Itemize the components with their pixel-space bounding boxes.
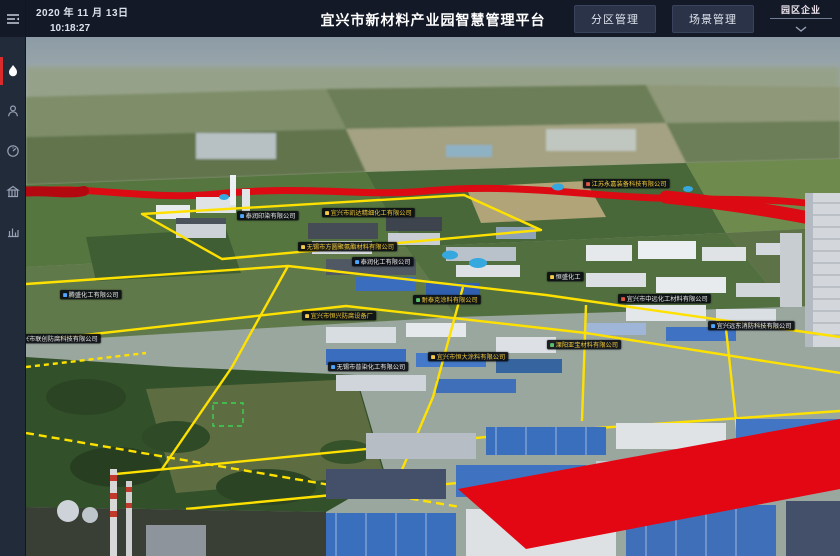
sidebar-item-monitor[interactable] <box>0 131 25 171</box>
company-label[interactable]: 宜兴市联创防腐科技有限公司 <box>26 334 101 343</box>
company-label[interactable]: 宜兴市凯达精细化工有限公司 <box>322 208 415 217</box>
hamburger-icon <box>6 13 20 25</box>
company-label[interactable]: 腾盛化工有限公司 <box>60 290 122 299</box>
user-icon <box>6 104 20 118</box>
company-label-text: 宜兴市中远化工材料有限公司 <box>627 295 708 302</box>
company-label-text: 腾盛化工有限公司 <box>69 291 119 298</box>
company-marker-icon <box>416 298 420 302</box>
company-marker-icon <box>325 211 329 215</box>
sidebar-item-enterprises[interactable] <box>0 171 25 211</box>
park-enterprise-dropdown[interactable]: 园区企业 <box>770 1 832 37</box>
left-toolbar <box>0 0 26 556</box>
chevron-down-icon <box>795 26 807 32</box>
company-marker-icon <box>63 293 67 297</box>
company-marker-icon <box>586 182 590 186</box>
company-label[interactable]: 江苏永嘉装备科技有限公司 <box>583 179 670 188</box>
company-label-text: 耐泰克涂料有限公司 <box>422 296 478 303</box>
company-marker-icon <box>240 214 244 218</box>
company-label[interactable]: 宜兴市恒兴防腐设备厂 <box>302 311 376 320</box>
company-label-text: 宜兴市凯达精细化工有限公司 <box>331 209 412 216</box>
menu-icon[interactable] <box>0 0 25 37</box>
company-marker-icon <box>431 355 435 359</box>
sidebar-item-users[interactable] <box>0 91 25 131</box>
datetime-block: 2020 年 11 月 13日 10:18:27 <box>36 4 129 34</box>
company-marker-icon <box>301 245 305 249</box>
current-time: 10:18:27 <box>50 23 129 34</box>
scene-management-button[interactable]: 场景管理 <box>672 5 754 33</box>
company-label[interactable]: 无锡市方圆聚氨酯材料有限公司 <box>298 242 397 251</box>
top-bar: 2020 年 11 月 13日 10:18:27 宜兴市新材料产业园智慧管理平台… <box>26 0 840 37</box>
company-labels-layer: 泰润印染有限公司 宜兴市凯达精细化工有限公司无锡市方圆聚氨酯材料有限公司泰润化工有… <box>26 37 840 556</box>
sidebar-item-statistics[interactable] <box>0 211 25 251</box>
company-label[interactable]: 宜兴市中远化工材料有限公司 <box>618 294 711 303</box>
gauge-icon <box>6 144 20 158</box>
company-label-text: 宜兴市恒兴防腐设备厂 <box>311 312 373 319</box>
company-label[interactable]: 无锡市普染化工有限公司 <box>328 362 408 371</box>
company-label-text: 宜兴市联创防腐科技有限公司 <box>26 335 98 342</box>
zone-management-button[interactable]: 分区管理 <box>574 5 656 33</box>
factory-chart-icon <box>6 224 20 238</box>
company-marker-icon <box>355 260 359 264</box>
company-label[interactable]: 恒盛化工 <box>547 272 584 281</box>
current-date: 2020 年 11 月 13日 <box>36 4 129 19</box>
company-label-text: 泰润印染有限公司 <box>246 212 296 219</box>
company-marker-icon <box>550 275 554 279</box>
company-label[interactable]: 宜兴远东消防科技有限公司 <box>708 321 795 330</box>
top-right-controls: 分区管理 场景管理 园区企业 <box>574 0 832 37</box>
company-marker-icon <box>621 297 625 301</box>
company-label-text: 宜兴远东消防科技有限公司 <box>717 322 792 329</box>
company-label-text: 江苏永嘉装备科技有限公司 <box>592 180 667 187</box>
company-label-text: 宜兴市恒大涂料有限公司 <box>437 353 506 360</box>
company-label-text: 恒盛化工 <box>556 273 581 280</box>
company-label-text: 无锡市普染化工有限公司 <box>337 363 406 370</box>
company-label[interactable]: 泰润化工有限公司 <box>352 257 414 266</box>
park-enterprise-label: 园区企业 <box>770 3 832 19</box>
smart-park-platform: 2020 年 11 月 13日 10:18:27 宜兴市新材料产业园智慧管理平台… <box>0 0 840 556</box>
company-marker-icon <box>711 324 715 328</box>
flame-icon <box>6 64 20 78</box>
company-label-text: 无锡市方圆聚氨酯材料有限公司 <box>307 243 394 250</box>
page-title: 宜兴市新材料产业园智慧管理平台 <box>321 10 546 30</box>
company-label[interactable]: 溧阳亚宝材料有限公司 <box>547 340 621 349</box>
company-label-text: 溧阳亚宝材料有限公司 <box>556 341 618 348</box>
map-3d-viewport[interactable]: 泰润印染有限公司 宜兴市凯达精细化工有限公司无锡市方圆聚氨酯材料有限公司泰润化工有… <box>26 37 840 556</box>
company-marker-icon <box>550 343 554 347</box>
company-marker-icon <box>331 365 335 369</box>
company-label[interactable]: 耐泰克涂料有限公司 <box>413 295 481 304</box>
bank-icon <box>6 184 20 198</box>
sidebar-item-alerts[interactable] <box>0 51 25 91</box>
company-marker-icon <box>305 314 309 318</box>
company-label[interactable]: 宜兴市恒大涂料有限公司 <box>428 352 508 361</box>
company-label-text: 泰润化工有限公司 <box>361 258 411 265</box>
company-label[interactable]: 泰润印染有限公司 <box>237 211 299 220</box>
